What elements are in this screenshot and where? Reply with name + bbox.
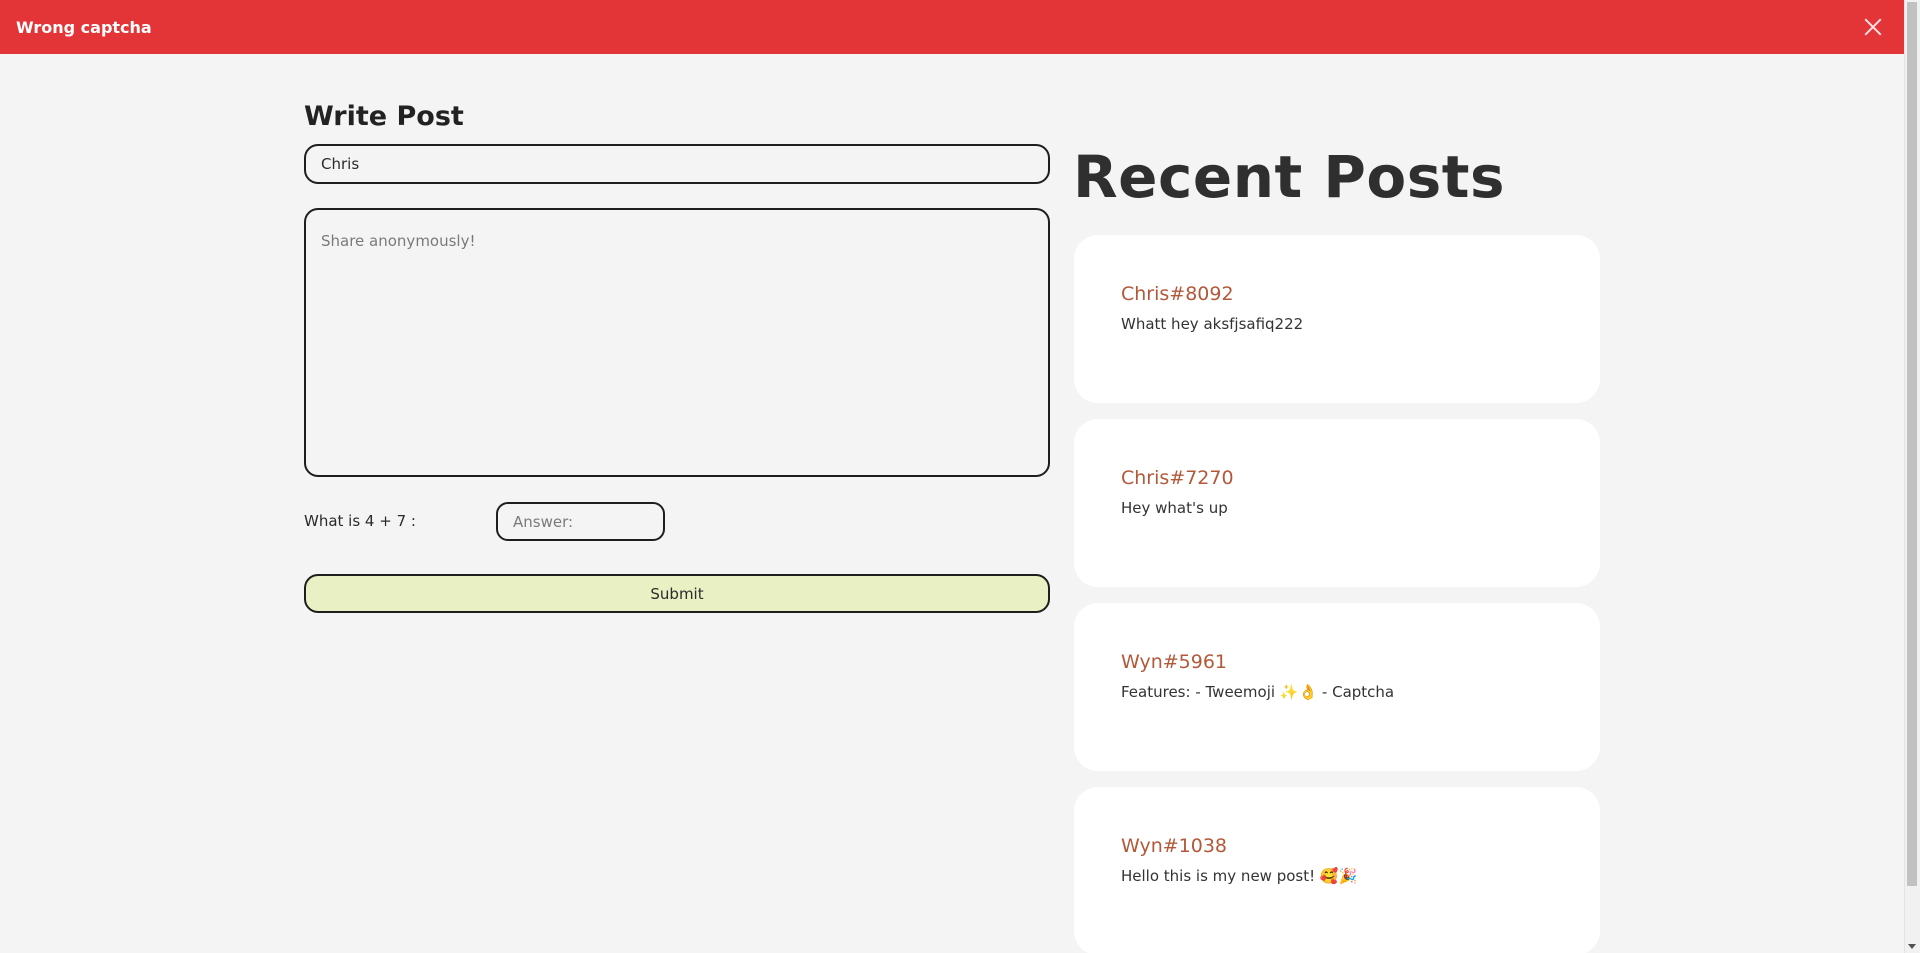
post-card: Chris#7270 Hey what's up (1074, 419, 1600, 587)
post-card: Wyn#5961 Features: - Tweemoji ✨👌 - Captc… (1074, 603, 1600, 771)
post-body: Hey what's up (1121, 499, 1228, 517)
name-input[interactable] (304, 144, 1050, 184)
scroll-down-arrow-icon[interactable] (1908, 944, 1916, 949)
scrollbar-thumb[interactable] (1907, 2, 1917, 886)
post-card: Chris#8092 Whatt hey aksfjsafiq222 (1074, 235, 1600, 403)
page-scrollbar[interactable] (1904, 0, 1920, 953)
post-body: Features: - Tweemoji ✨👌 - Captcha (1121, 683, 1395, 701)
post-author: Wyn#1038 (1121, 835, 1228, 857)
recent-posts-title: Recent Posts (1073, 143, 1506, 211)
post-card: Wyn#1038 Hello this is my new post! 🥰🎉 (1074, 787, 1600, 953)
post-author: Wyn#5961 (1121, 651, 1228, 673)
error-alert-bar: Wrong captcha (0, 0, 1904, 54)
write-post-title: Write Post (304, 101, 464, 132)
submit-button[interactable]: Submit (304, 574, 1050, 613)
captcha-question: What is 4 + 7 : (304, 512, 416, 530)
post-textarea[interactable] (304, 208, 1050, 477)
post-author: Chris#7270 (1121, 467, 1234, 489)
post-body: Hello this is my new post! 🥰🎉 (1121, 867, 1358, 885)
post-author: Chris#8092 (1121, 283, 1234, 305)
captcha-answer-input[interactable] (496, 502, 665, 541)
alert-message: Wrong captcha (16, 17, 152, 37)
close-icon[interactable] (1862, 16, 1884, 38)
post-body: Whatt hey aksfjsafiq222 (1121, 315, 1304, 333)
